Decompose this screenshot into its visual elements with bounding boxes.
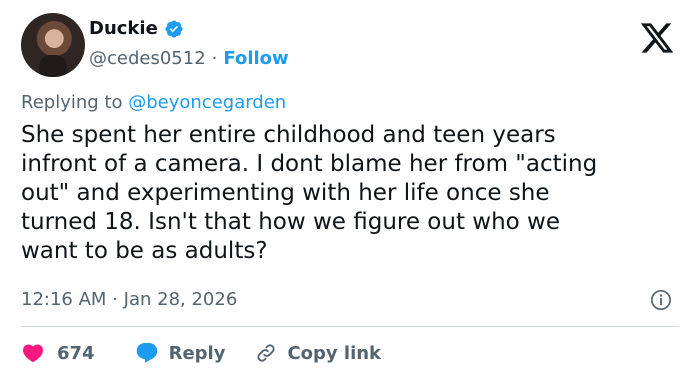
replying-to: Replying to @beyoncegarden [21, 90, 286, 116]
like-count: 674 [57, 342, 95, 364]
reply-label: Reply [168, 342, 226, 364]
copy-link-button[interactable]: Copy link [255, 342, 381, 364]
replying-to-prefix: Replying to [21, 92, 123, 113]
tweet-timestamp[interactable]: 12:16 AM · Jan 28, 2026 [21, 287, 237, 313]
reply-bubble-icon [136, 343, 157, 363]
timestamp-separator: · [112, 289, 118, 310]
author-display-name[interactable]: Duckie [89, 18, 158, 40]
action-bar: 674 Reply Copy link [21, 338, 381, 368]
heart-icon [22, 344, 44, 363]
avatar[interactable] [21, 13, 85, 77]
copy-link-label: Copy link [287, 342, 382, 364]
tweet-card: Duckie @cedes0512 · Follow Replying to @… [0, 0, 700, 379]
tweet-time: 12:16 AM [21, 289, 107, 310]
tweet-text: She spent her entire childhood and teen … [21, 122, 598, 264]
follow-button[interactable]: Follow [223, 47, 288, 71]
tweet-date: Jan 28, 2026 [123, 289, 238, 310]
author-handle-row: @cedes0512 · Follow [89, 47, 289, 71]
replying-to-mention[interactable]: @beyoncegarden [128, 92, 286, 113]
handle-separator: · [211, 48, 218, 69]
divider [21, 326, 679, 327]
x-logo-icon[interactable] [637, 20, 677, 56]
like-button[interactable]: 674 [21, 341, 95, 365]
verified-badge-icon [165, 20, 183, 38]
author-name-row: Duckie [89, 18, 184, 40]
reply-button[interactable]: Reply [135, 341, 226, 365]
info-icon[interactable] [650, 289, 672, 311]
author-handle[interactable]: @cedes0512 [89, 47, 206, 71]
link-icon [257, 344, 276, 362]
